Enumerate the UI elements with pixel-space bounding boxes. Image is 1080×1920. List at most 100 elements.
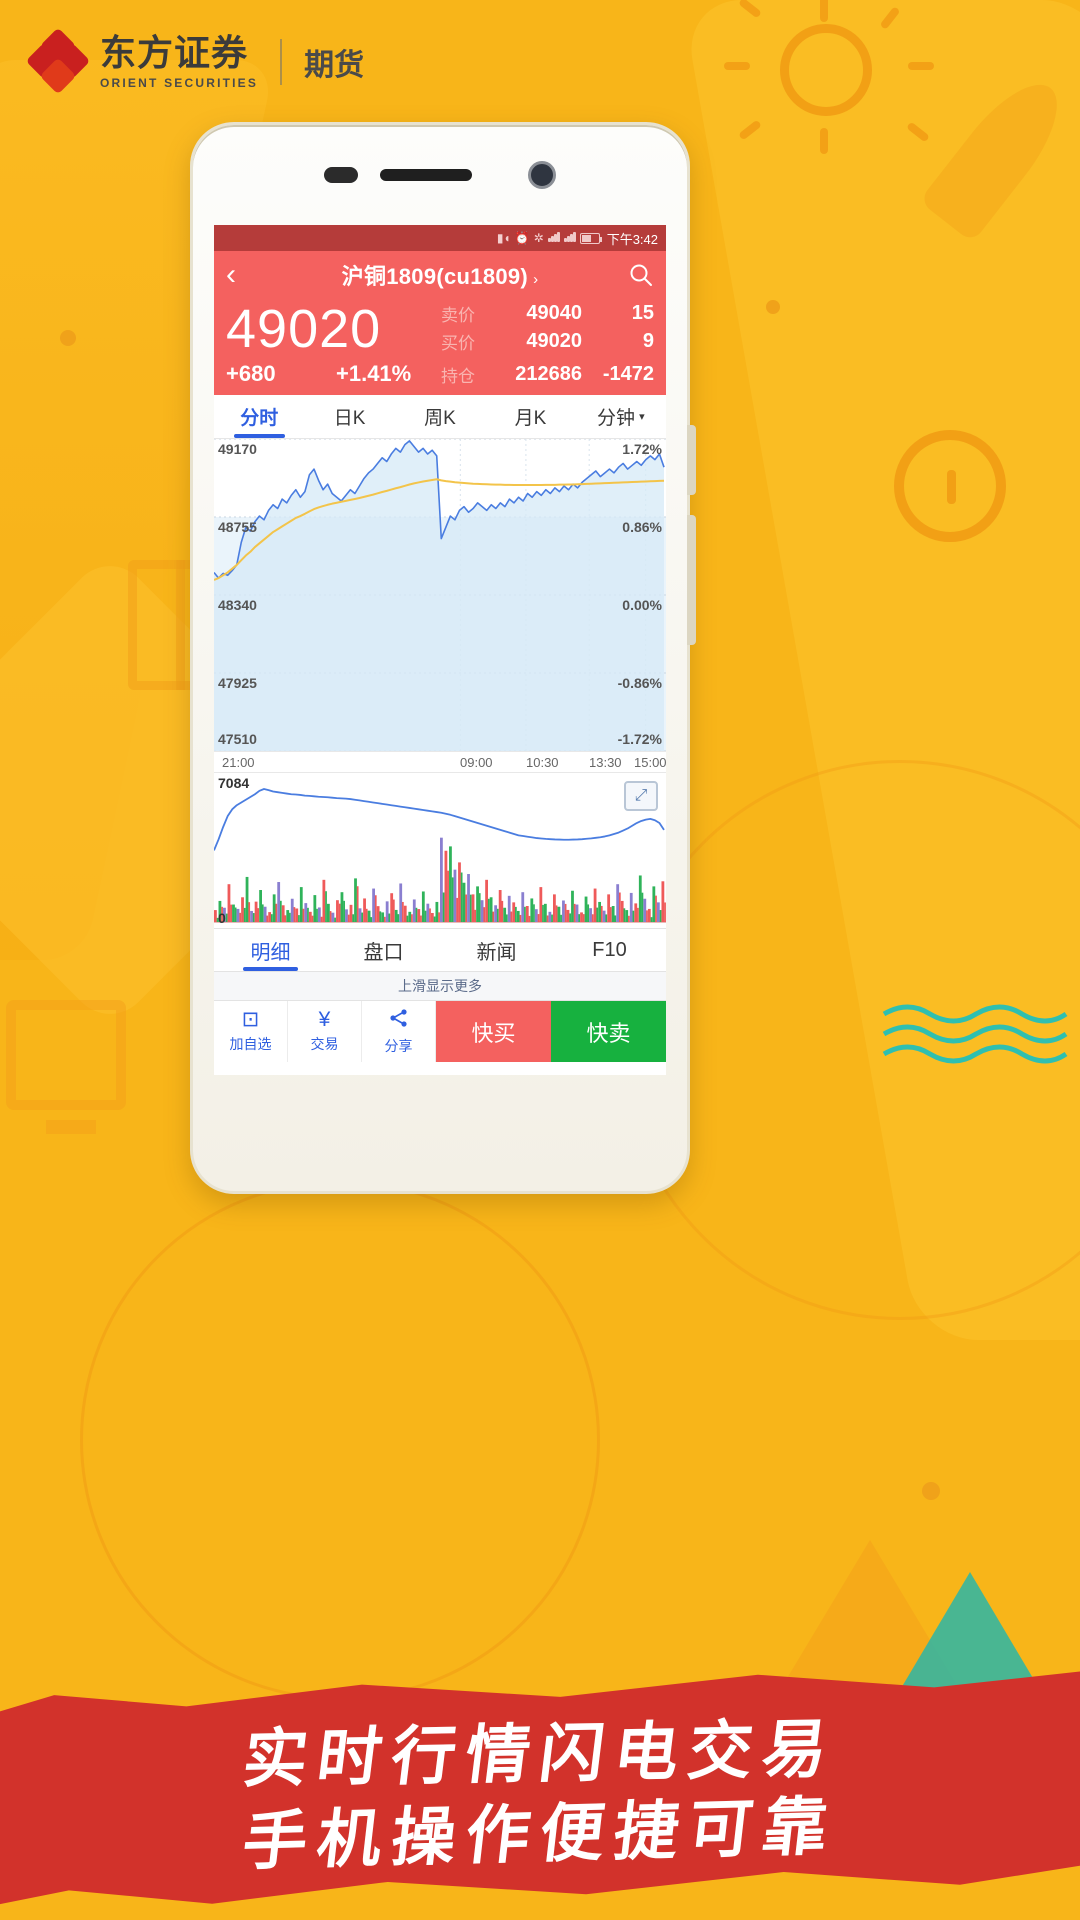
quote-header: ‹ 沪铜1809(cu1809) › 49020 卖价 49040 15 买价 … [214,251,666,395]
tab-f10[interactable]: F10 [553,929,666,971]
y-tick-2: 48340 [218,597,257,613]
x-tick-2: 10:30 [526,755,559,770]
openinterest-delta: -1472 [602,362,654,385]
tab-label: F10 [592,938,627,961]
ask-qty: 15 [631,301,654,324]
price-chart-svg [214,439,666,751]
tab-label: 分时 [240,408,279,429]
sun-icon [780,24,872,116]
ask-label: 卖价 [441,305,475,325]
volume-chart-svg [214,788,666,923]
tab-label: 明细 [250,941,291,964]
chart-tab-bar: 分时 日K 周K 月K 分钟 ▾ [214,395,666,439]
pct-tick-0: 1.72% [622,441,662,457]
tab-label: 月K [514,408,547,429]
phone-button-power [687,515,696,645]
clock-icon [894,430,1006,542]
rocket-icon [918,67,1078,243]
y-tick-1: 48755 [218,519,257,535]
expand-chart-icon[interactable]: ⤢ [624,781,658,811]
chevron-down-icon: ▾ [639,411,645,423]
promo-ribbon: 实时行情闪电交易 手机操作便捷可靠 [0,1630,1080,1920]
x-tick-4: 15:00 [634,755,666,770]
status-bar: ▮◖ ⏰ ✲ 下午3:42 [214,225,666,251]
y-tick-3: 47925 [218,675,257,691]
instrument-title[interactable]: 沪铜1809(cu1809) › [266,259,614,291]
wave-icon [882,1004,1068,1064]
trade-button[interactable]: ¥ 交易 [288,1001,362,1062]
bluetooth-icon: ✲ [533,231,544,245]
pct-tick-1: 0.86% [622,519,662,535]
quote-footer: +680 +1.41% 持仓 212686 -1472 [226,361,654,387]
tab-monthk[interactable]: 月K [485,395,575,438]
action-bar: ⊡ 加自选 ¥ 交易 分享 快买 快卖 [214,1000,666,1062]
alarm-icon: ⏰ [514,231,530,245]
price-change-pct: +1.41% [336,361,412,386]
y-tick-4: 47510 [218,731,257,747]
x-tick-3: 13:30 [589,755,622,770]
add-watchlist-icon: ⊡ [241,1008,260,1031]
openinterest-label: 持仓 [441,366,475,386]
bid-qty: 9 [642,329,654,352]
last-price: 49020 [226,299,382,359]
tab-fenshi[interactable]: 分时 [214,395,304,438]
vibrate-icon: ▮◖ [496,231,511,245]
status-bar-time: 下午3:42 [606,231,658,247]
bid-price: 49020 [526,329,582,352]
diamond-logo-icon [25,27,91,95]
quote-row-bid: 买价 49020 9 [441,327,654,355]
trade-label: 交易 [310,1036,339,1052]
tab-weekk[interactable]: 周K [395,395,485,438]
add-watchlist-button[interactable]: ⊡ 加自选 [214,1001,288,1062]
quote-nav-bar: ‹ 沪铜1809(cu1809) › [226,251,654,299]
price-change: +680 [226,361,276,386]
tab-pankou[interactable]: 盘口 [327,929,440,971]
detail-tab-bar: 明细 盘口 新闻 F10 [214,928,666,972]
brand-name-en: ORIENT SECURITIES [100,75,259,90]
share-button[interactable]: 分享 [362,1001,436,1062]
tab-label: 分钟 [597,408,636,429]
volume-chart[interactable]: 7084 0 ⤢ [214,773,666,928]
intraday-price-chart[interactable]: 49170 48755 48340 47925 47510 1.72% 0.86… [214,439,666,751]
x-tick-0: 21:00 [222,755,255,770]
brand-header: 东方证券 ORIENT SECURITIES 期货 [25,27,364,95]
phone-mockup: ▮◖ ⏰ ✲ 下午3:42 ‹ 沪铜1809(cu1809) › 49020 卖… [190,122,696,1194]
brand-divider [280,39,283,85]
tab-label: 新闻 [476,941,517,964]
tab-xinwen[interactable]: 新闻 [440,929,553,971]
openinterest-value: 212686 [515,362,582,385]
share-label: 分享 [384,1037,413,1054]
ask-price: 49040 [526,301,582,324]
bid-label: 买价 [441,333,475,353]
tab-label: 周K [424,408,456,429]
pct-tick-2: 0.00% [622,597,662,613]
time-axis: 21:00 09:00 10:30 13:30 15:00 [214,751,666,773]
brand-name-cn: 东方证券 [100,31,249,73]
trade-yuan-icon: ¥ [318,1008,331,1031]
battery-icon [579,232,602,244]
signal2-icon [563,231,576,245]
pct-tick-3: -0.86% [617,675,662,691]
signal-icon [547,231,560,245]
instrument-name: 沪铜1809(cu1809) [341,264,529,289]
tab-mingxi[interactable]: 明细 [214,929,327,971]
phone-screen: ▮◖ ⏰ ✲ 下午3:42 ‹ 沪铜1809(cu1809) › 49020 卖… [214,225,666,1075]
sensor-icon [324,167,358,183]
pct-tick-4: -1.72% [617,731,662,747]
promo-text: 实时行情闪电交易 手机操作便捷可靠 [0,1714,1080,1878]
phone-button-volume [687,425,696,495]
tab-dayk[interactable]: 日K [304,395,394,438]
more-hint[interactable]: 上滑显示更多 [214,972,666,1000]
quote-row-ask: 卖价 49040 15 [441,299,654,327]
tab-label: 日K [333,408,366,429]
quick-buy-button[interactable]: 快买 [436,1001,551,1062]
earpiece-speaker-icon [380,169,472,181]
tab-minutes[interactable]: 分钟 ▾ [576,395,666,438]
front-camera-icon [528,161,556,189]
title-arrow-icon: › [533,271,539,288]
search-icon[interactable] [614,262,654,288]
tab-label: 盘口 [363,941,404,964]
quick-sell-button[interactable]: 快卖 [551,1001,666,1062]
quote-body: 49020 卖价 49040 15 买价 49020 9 [226,299,654,359]
chevron-left-icon[interactable]: ‹ [226,260,266,290]
